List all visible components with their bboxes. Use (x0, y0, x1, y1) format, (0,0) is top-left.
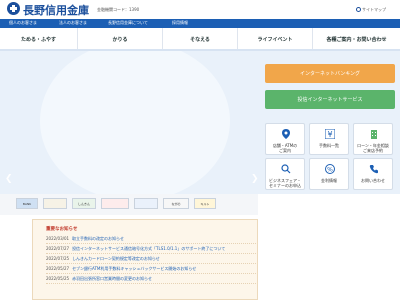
tile-label: お問い合わせ (361, 178, 385, 183)
mainnav-label: ライフイベント (257, 37, 293, 43)
topnav-recruit[interactable]: 採用情報 (172, 20, 188, 26)
banner-item[interactable]: BANK (16, 198, 38, 209)
header: 長野信用金庫 金融機関コード：1390 サイトマップ (0, 0, 400, 19)
tile-fees[interactable]: ¥ 手数料一覧 (309, 123, 349, 155)
logo-icon[interactable] (7, 2, 20, 15)
topnav-personal[interactable]: 個人のお客さま (9, 20, 37, 26)
chevron-right-icon[interactable]: ❯ (251, 174, 258, 184)
banner-item[interactable] (43, 198, 67, 209)
quick-links-panel: インターネットバンキング 投信インターネットサービス 店舗・ATMの ご案内 ¥… (258, 51, 400, 194)
banner-text: BANK (22, 202, 32, 206)
investment-service-button[interactable]: 投信インターネットサービス (265, 90, 395, 109)
logo-text[interactable]: 長野信用金庫 (23, 2, 89, 18)
search-people-icon (281, 164, 291, 174)
mainnav-label: そなえる (190, 37, 210, 43)
banner-item[interactable] (134, 198, 158, 209)
notice-area: 重要なお知らせ 2022/03/01 取立手数料の改定のお知らせ 2022/07/… (0, 215, 400, 300)
yen-icon: ¥ (325, 129, 335, 139)
tile-label: 金利情報 (321, 178, 337, 183)
mainnav-prepare[interactable]: そなえる (163, 28, 238, 49)
bank-code: 金融機関コード：1390 (97, 7, 140, 12)
notice-item[interactable]: 2022/05/25 赤羽田出張所窓口営業時間の変更のお知らせ (46, 276, 256, 284)
internet-banking-label: インターネットバンキング (299, 71, 361, 77)
tile-business-fair[interactable]: ビジネスフェア・ セミナーのお申込 (265, 158, 305, 190)
main-nav: ためる・ふやす かりる そなえる ライフイベント 各種ご案内・お問い合わせ (0, 28, 400, 51)
tile-contact[interactable]: お問い合わせ (353, 158, 393, 190)
mainnav-label: かりる (112, 37, 128, 43)
notice-link[interactable]: しんきんカードローン契約規定等改定のお知らせ (72, 256, 160, 261)
notice-link[interactable]: 取立手数料の改定のお知らせ (72, 236, 124, 241)
tile-loan-consult[interactable]: ローン・年金相談 ご来店予約 (353, 123, 393, 155)
notice-date: 2022/03/01 (46, 236, 70, 241)
notice-date: 2022/05/25 (46, 276, 70, 281)
sitemap-link[interactable]: サイトマップ (362, 7, 386, 13)
building-icon (371, 130, 377, 139)
notice-date: 2022/07/27 (46, 246, 70, 251)
tile-interest[interactable]: % 金利情報 (309, 158, 349, 190)
phone-icon (369, 165, 378, 174)
notice-item[interactable]: 2022/05/27 セブン銀行ATM利用手数料キャッシュバックサービス開始のお知… (46, 266, 256, 274)
map-pin-icon (282, 129, 290, 139)
banner-item[interactable]: ながの (163, 198, 189, 209)
svg-text:¥: ¥ (327, 130, 332, 139)
tile-label: 手数料一覧 (319, 143, 339, 148)
tile-branch-atm[interactable]: 店舗・ATMの ご案内 (265, 123, 305, 155)
banner-item[interactable]: キルト (194, 198, 216, 209)
banner-text: キルト (200, 202, 210, 206)
notice-item[interactable]: 2022/03/01 取立手数料の改定のお知らせ (46, 236, 256, 244)
banner-text: しんきん (77, 202, 90, 206)
topnav-about[interactable]: 長野信用金庫について (108, 20, 148, 26)
notice-date: 2022/05/27 (46, 266, 70, 271)
svg-text:%: % (327, 167, 333, 174)
banner-row: BANK しんきん ながの キルト (0, 194, 258, 215)
mainnav-label: 各種ご案内・お問い合わせ (326, 37, 387, 43)
notice-link[interactable]: 投信インターネットサービス通信暗号化方式「TLS1.0/1.1」のサポート終了に… (72, 246, 225, 251)
notice-date: 2022/07/25 (46, 256, 70, 261)
internet-banking-button[interactable]: インターネットバンキング (265, 64, 395, 83)
banner-item[interactable] (101, 198, 129, 209)
sitemap-icon[interactable] (356, 7, 361, 12)
notice-item[interactable]: 2022/07/25 しんきんカードローン契約規定等改定のお知らせ (46, 256, 256, 264)
mainnav-contact[interactable]: 各種ご案内・お問い合わせ (313, 28, 400, 49)
notice-item[interactable]: 2022/07/27 投信インターネットサービス通信暗号化方式「TLS1.0/1.… (46, 246, 256, 254)
tile-label: 店舗・ATMの ご案内 (272, 143, 298, 153)
mainnav-save[interactable]: ためる・ふやす (0, 28, 78, 49)
tile-label: ローン・年金相談 ご来店予約 (357, 143, 389, 153)
tile-label: ビジネスフェア・ セミナーのお申込 (269, 178, 301, 188)
notice-link[interactable]: セブン銀行ATM利用手数料キャッシュバックサービス開始のお知らせ (72, 266, 196, 271)
mainnav-borrow[interactable]: かりる (78, 28, 163, 49)
hero-carousel[interactable]: ❮ ❯ (0, 51, 258, 194)
hero-image (40, 51, 230, 194)
topnav-corporate[interactable]: 法人のお客さま (59, 20, 87, 26)
mainnav-label: ためる・ふやす (20, 37, 56, 43)
important-notices: 重要なお知らせ 2022/03/01 取立手数料の改定のお知らせ 2022/07/… (32, 219, 258, 300)
notices-title: 重要なお知らせ (46, 227, 78, 232)
percent-icon: % (325, 164, 335, 174)
chevron-left-icon[interactable]: ❮ (5, 174, 13, 184)
mainnav-lifeevent[interactable]: ライフイベント (238, 28, 313, 49)
banner-item[interactable]: しんきん (72, 198, 96, 209)
investment-service-label: 投信インターネットサービス (297, 97, 363, 103)
banner-text: ながの (171, 202, 181, 206)
top-nav: 個人のお客さま 法人のお客さま 長野信用金庫について 採用情報 (0, 19, 400, 28)
notice-link[interactable]: 赤羽田出張所窓口営業時間の変更のお知らせ (72, 276, 152, 281)
